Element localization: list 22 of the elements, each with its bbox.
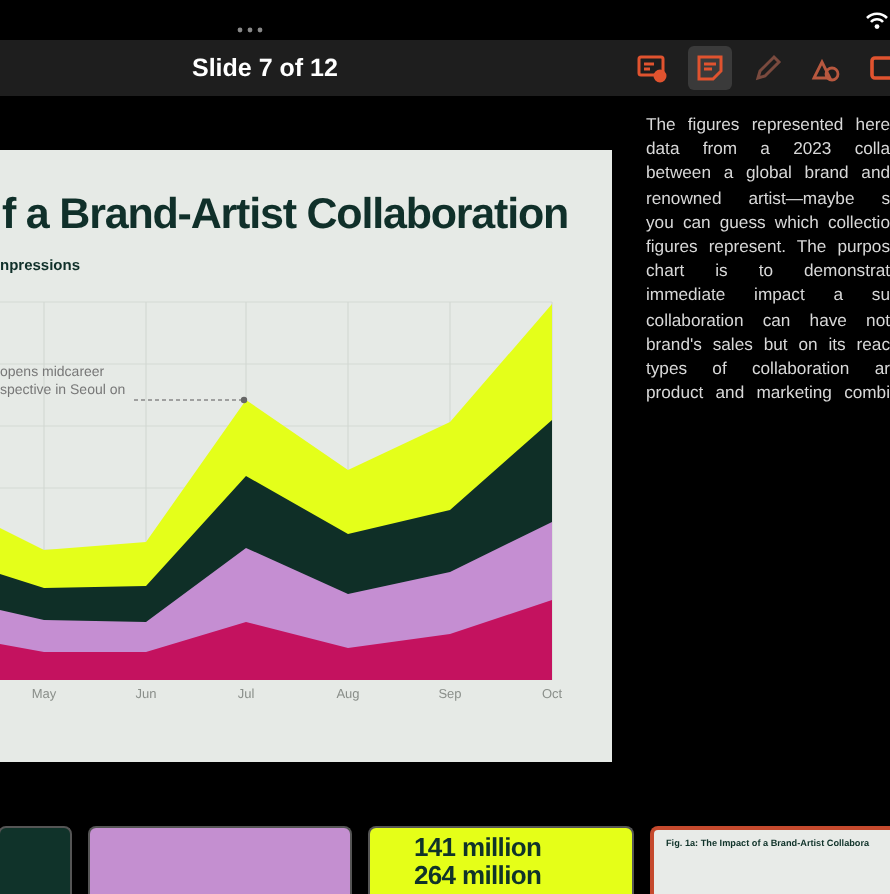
speaker-notes-line: chart is to demonstrat [646,258,890,283]
wifi-icon [866,12,888,30]
notes-icon[interactable] [688,46,732,90]
slide-thumbnail[interactable]: 141 million 264 million [368,826,634,894]
speaker-notes-line: figures represent. The purpos [646,234,890,259]
slide-counter: Slide 7 of 12 [192,51,338,86]
speaker-notes-line: data from a 2023 colla [646,136,890,161]
slide-title: f a Brand-Artist Collaboration [2,188,571,240]
speaker-notes-line: brand's sales but on its reac [646,331,890,357]
speaker-notes-line: immediate impact a su [646,282,890,308]
speaker-notes-line: The figures represented here [646,112,890,137]
speaker-notes-line: you can guess which collectio [646,209,890,235]
speaker-notes-line: types of collaboration ar [646,356,890,381]
thumbnail-text: 264 million [414,862,544,890]
speaker-notes-line: collaboration can have not [646,307,890,332]
more-icon[interactable] [236,26,264,34]
speaker-notes-line: product and marketing combi [646,380,890,405]
slide-thumbnail[interactable] [0,826,72,894]
speaker-notes-line: between a global brand and [646,160,890,186]
thumbnail-text: 141 million [414,834,544,862]
speaker-notes-line: renowned artist—maybe s [646,185,890,210]
slide-thumbnail[interactable] [88,826,352,894]
